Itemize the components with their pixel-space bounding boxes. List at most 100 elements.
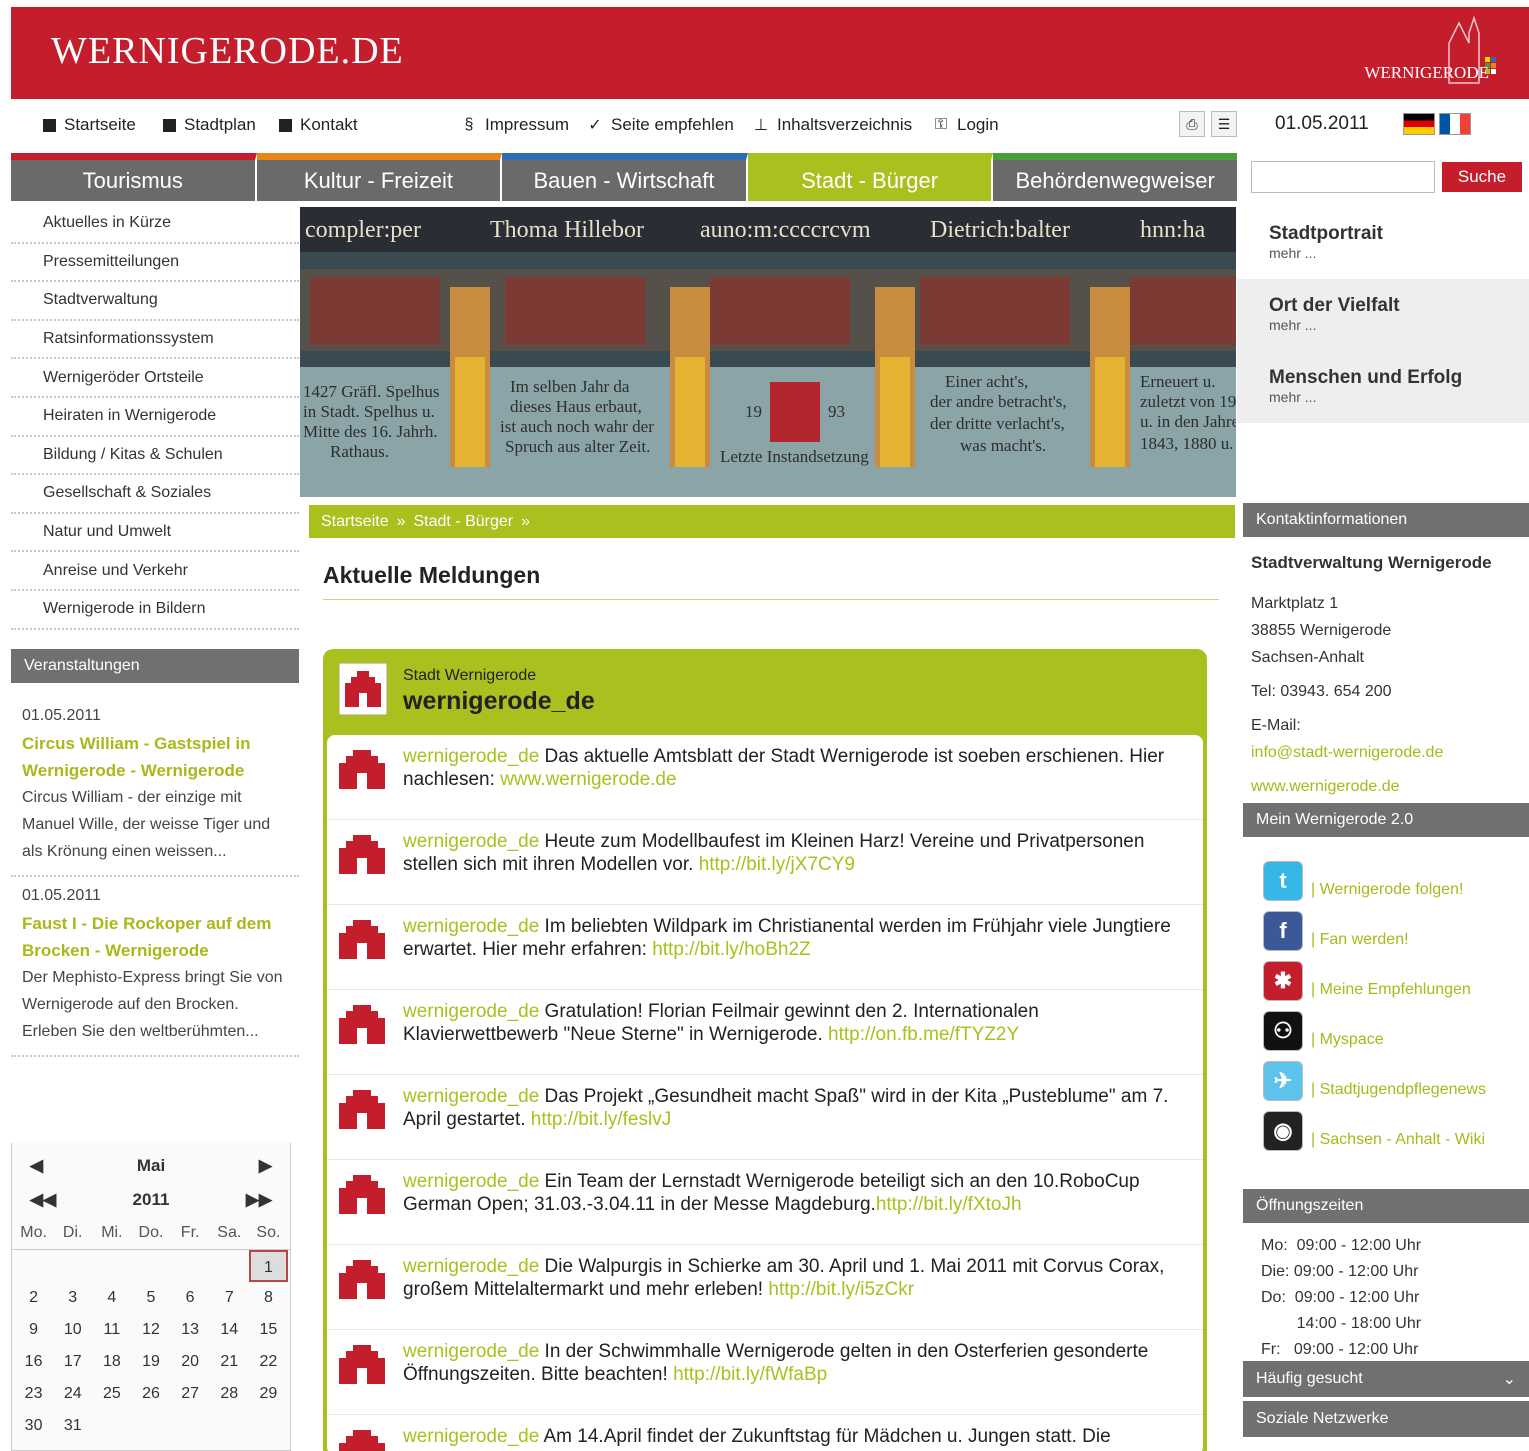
search-button[interactable]: Suche xyxy=(1442,162,1522,192)
sidebar-item-natur[interactable]: Natur und Umwelt xyxy=(11,514,299,553)
calendar-day[interactable]: 18 xyxy=(92,1346,131,1378)
sidebar-item-bildern[interactable]: Wernigerode in Bildern xyxy=(11,591,299,630)
print-icon[interactable]: ⎙ xyxy=(1179,111,1205,137)
tab-stadt-buerger[interactable]: Stadt - Bürger xyxy=(747,153,994,201)
tweet-link[interactable]: http://bit.ly/feslvJ xyxy=(531,1109,671,1130)
calendar-day[interactable]: 24 xyxy=(53,1378,92,1410)
calendar-day[interactable]: 4 xyxy=(92,1282,131,1314)
calendar-day[interactable]: 19 xyxy=(131,1346,170,1378)
calendar-day[interactable]: 14 xyxy=(210,1314,249,1346)
stadtplan-link[interactable]: Stadtplan xyxy=(163,115,256,135)
breadcrumb-stadt-buerger[interactable]: Stadt - Bürger xyxy=(414,513,514,531)
social-label[interactable]: | Fan werden! xyxy=(1311,931,1409,951)
german-flag-icon[interactable] xyxy=(1403,113,1435,135)
city-crest-icon[interactable] xyxy=(335,745,389,795)
tab-bauen-wirtschaft[interactable]: Bauen - Wirtschaft xyxy=(502,153,748,201)
contact-web-link[interactable]: www.wernigerode.de xyxy=(1251,773,1521,800)
city-crest-icon[interactable] xyxy=(335,1255,389,1305)
prev-year-icon[interactable]: ◀◀ xyxy=(30,1190,56,1210)
tweet-user-link[interactable]: wernigerode_de xyxy=(403,1426,539,1447)
site-title[interactable]: WERNIGERODE.DE xyxy=(51,29,404,73)
tweet-user-link[interactable]: wernigerode_de xyxy=(403,1256,539,1277)
social-item-wiki[interactable]: ◉ | Sachsen - Anhalt - Wiki xyxy=(1263,1101,1529,1151)
next-month-icon[interactable]: ▶ xyxy=(259,1156,272,1176)
teaser-more-link[interactable]: mehr ... xyxy=(1269,317,1529,333)
calendar-day[interactable]: 20 xyxy=(171,1346,210,1378)
event-title-link[interactable]: Faust I - Die Rockoper auf dem Brocken -… xyxy=(22,910,289,964)
french-flag-icon[interactable] xyxy=(1439,113,1471,135)
impressum-link[interactable]: § Impressum xyxy=(461,115,570,135)
tweet-link[interactable]: http://bit.ly/fXtoJh xyxy=(876,1194,1022,1215)
city-crest-icon[interactable] xyxy=(339,663,387,715)
city-crest-icon[interactable] xyxy=(335,1085,389,1135)
twitter-icon[interactable]: t xyxy=(1263,861,1303,901)
empfehlen-link[interactable]: ✓ Seite empfehlen xyxy=(587,115,734,135)
city-crest-icon[interactable] xyxy=(335,830,389,880)
startseite-link[interactable]: Startseite xyxy=(43,115,136,135)
sidebar-item-heiraten[interactable]: Heiraten in Wernigerode xyxy=(11,398,299,437)
calendar-day[interactable]: 12 xyxy=(131,1314,170,1346)
sidebar-item-anreise[interactable]: Anreise und Verkehr xyxy=(11,552,299,591)
text-version-icon[interactable]: ☰ xyxy=(1211,111,1237,137)
breadcrumb-startseite[interactable]: Startseite xyxy=(321,513,389,531)
recommend-icon[interactable]: ✱ xyxy=(1263,961,1303,1001)
teaser-ort-der-vielfalt[interactable]: Ort der Vielfalt mehr ... xyxy=(1237,279,1529,351)
sidebar-item-bildung[interactable]: Bildung / Kitas & Schulen xyxy=(11,437,299,476)
social-label[interactable]: | Myspace xyxy=(1311,1031,1384,1051)
tweet-user-link[interactable]: wernigerode_de xyxy=(403,1171,539,1192)
tweet-link[interactable]: http://bit.ly/fWfaBp xyxy=(673,1364,827,1385)
prev-month-icon[interactable]: ◀ xyxy=(30,1156,43,1176)
calendar-day[interactable]: 1 xyxy=(248,1250,288,1282)
calendar-day[interactable]: 10 xyxy=(53,1314,92,1346)
teaser-menschen-und-erfolg[interactable]: Menschen und Erfolg mehr ... xyxy=(1237,351,1529,423)
calendar-day[interactable]: 2 xyxy=(14,1282,53,1314)
city-crest-icon[interactable] xyxy=(335,915,389,965)
tweet-user-link[interactable]: wernigerode_de xyxy=(403,916,539,937)
calendar-day[interactable]: 27 xyxy=(171,1378,210,1410)
tweet-link[interactable]: http://bit.ly/jX7CY9 xyxy=(699,854,855,875)
calendar-day[interactable]: 5 xyxy=(131,1282,170,1314)
calendar-day[interactable]: 13 xyxy=(171,1314,210,1346)
frequent-searches-toggle[interactable]: Häufig gesucht ⌄ xyxy=(1243,1361,1529,1397)
social-item-twitter[interactable]: t | Wernigerode folgen! xyxy=(1263,851,1529,901)
calendar-day[interactable]: 17 xyxy=(53,1346,92,1378)
calendar-day[interactable]: 28 xyxy=(210,1378,249,1410)
kontakt-link[interactable]: Kontakt xyxy=(279,115,358,135)
calendar-day[interactable]: 11 xyxy=(92,1314,131,1346)
city-crest-icon[interactable] xyxy=(335,1170,389,1220)
tweet-user-link[interactable]: wernigerode_de xyxy=(403,831,539,852)
social-item-empfehlungen[interactable]: ✱ | Meine Empfehlungen xyxy=(1263,951,1529,1001)
tab-tourismus[interactable]: Tourismus xyxy=(11,153,257,201)
calendar-day[interactable]: 31 xyxy=(53,1410,92,1442)
calendar-day[interactable]: 26 xyxy=(131,1378,170,1410)
tab-behoerdenwegweiser[interactable]: Behördenwegweiser xyxy=(993,153,1237,201)
sidebar-item-gesellschaft[interactable]: Gesellschaft & Soziales xyxy=(11,475,299,514)
calendar-day[interactable]: 16 xyxy=(14,1346,53,1378)
sidebar-item-ratsinformationssystem[interactable]: Ratsinformationssystem xyxy=(11,321,299,360)
sidebar-item-ortsteile[interactable]: Wernigeröder Ortsteile xyxy=(11,359,299,398)
calendar-day[interactable]: 9 xyxy=(14,1314,53,1346)
social-networks-toggle[interactable]: Soziale Netzwerke xyxy=(1243,1401,1529,1437)
social-item-myspace[interactable]: ⚇ | Myspace xyxy=(1263,1001,1529,1051)
myspace-icon[interactable]: ⚇ xyxy=(1263,1011,1303,1051)
teaser-stadtportrait[interactable]: Stadtportrait mehr ... xyxy=(1237,207,1529,279)
calendar-day[interactable]: 6 xyxy=(171,1282,210,1314)
calendar-day[interactable]: 8 xyxy=(249,1282,288,1314)
tweet-link[interactable]: http://on.fb.me/fTYZ2Y xyxy=(828,1024,1019,1045)
calendar-day[interactable]: 29 xyxy=(249,1378,288,1410)
tweet-user-link[interactable]: wernigerode_de xyxy=(403,1001,539,1022)
tweet-user-link[interactable]: wernigerode_de xyxy=(403,1086,539,1107)
social-label[interactable]: | Meine Empfehlungen xyxy=(1311,981,1471,1001)
contact-email-link[interactable]: info@stadt-wernigerode.de xyxy=(1251,739,1521,766)
calendar-day[interactable]: 22 xyxy=(249,1346,288,1378)
tab-kultur-freizeit[interactable]: Kultur - Freizeit xyxy=(256,153,503,201)
social-item-facebook[interactable]: f | Fan werden! xyxy=(1263,901,1529,951)
login-link[interactable]: ⚿ Login xyxy=(933,115,999,135)
next-year-icon[interactable]: ▶▶ xyxy=(246,1190,272,1210)
sidebar-item-aktuelles[interactable]: Aktuelles in Kürze xyxy=(11,205,299,244)
calendar-day[interactable]: 15 xyxy=(249,1314,288,1346)
calendar-day[interactable]: 30 xyxy=(14,1410,53,1442)
sidebar-item-pressemitteilungen[interactable]: Pressemitteilungen xyxy=(11,244,299,283)
calendar-day[interactable]: 3 xyxy=(53,1282,92,1314)
city-crest-icon[interactable] xyxy=(335,1340,389,1390)
